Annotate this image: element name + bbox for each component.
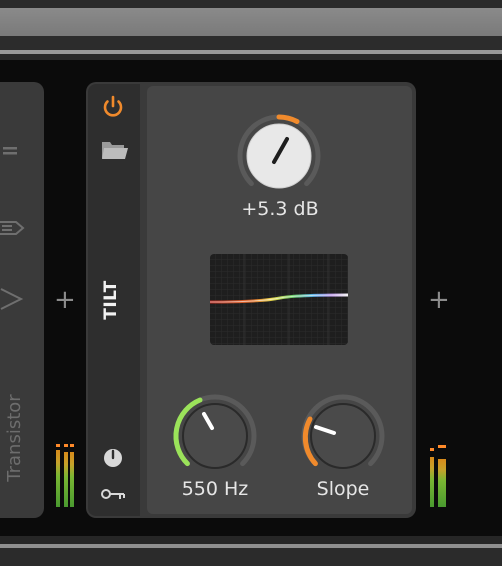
bottom-bar [0,536,502,544]
slope-label: Slope [316,478,370,500]
play-triangle-icon[interactable] [0,287,24,315]
frequency-value-label: 550 Hz [181,478,249,500]
add-device-button-right[interactable]: + [428,287,450,313]
power-icon[interactable] [100,94,126,120]
folder-icon[interactable] [100,138,130,162]
add-device-button-left[interactable]: + [54,287,76,313]
top-bar [0,0,502,8]
gain-value-label: +5.3 dB [241,198,319,220]
left-device-name: Transistor [4,394,25,482]
tilt-curve-display [210,254,348,345]
bottom-scrollbar[interactable] [0,548,502,566]
slope-knob[interactable] [298,391,388,481]
key-icon[interactable] [100,484,128,504]
top-scrollbar[interactable] [0,8,502,36]
frequency-knob[interactable] [170,391,260,481]
device-name: TILT [101,280,121,320]
tag-icon[interactable] [0,218,26,242]
top-bar-lower [0,36,502,50]
gain-knob[interactable] [234,111,324,201]
equals-icon[interactable] [2,142,20,165]
modulator-icon[interactable] [101,446,125,470]
top-bar-edge [0,54,502,60]
